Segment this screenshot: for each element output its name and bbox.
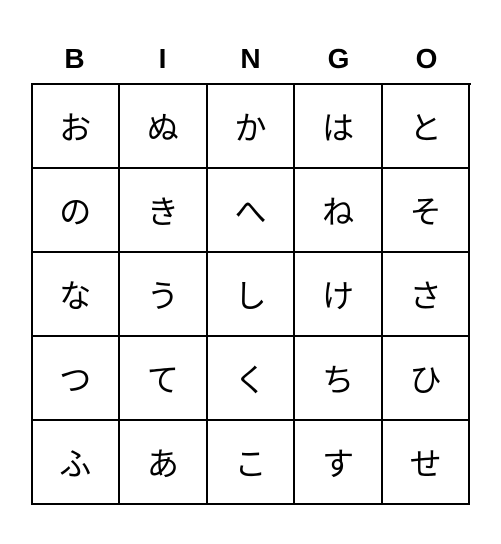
bingo-cell: す	[295, 421, 383, 505]
bingo-row: ふあこすせ	[33, 421, 471, 505]
bingo-cell: し	[208, 253, 296, 337]
header-letter: G	[295, 39, 383, 79]
header-letter: I	[119, 39, 207, 79]
bingo-cell: ね	[295, 169, 383, 253]
bingo-cell: へ	[208, 169, 296, 253]
bingo-header: BINGO	[31, 39, 471, 79]
bingo-cell: ふ	[33, 421, 121, 505]
bingo-cell: く	[208, 337, 296, 421]
bingo-cell: き	[120, 169, 208, 253]
bingo-row: おぬかはと	[33, 85, 471, 169]
bingo-cell: ひ	[383, 337, 471, 421]
bingo-cell: う	[120, 253, 208, 337]
bingo-card: BINGO おぬかはとのきへねそなうしけさつてくちひふあこすせ	[31, 39, 471, 505]
bingo-row: つてくちひ	[33, 337, 471, 421]
bingo-cell: て	[120, 337, 208, 421]
bingo-cell: つ	[33, 337, 121, 421]
header-letter: O	[383, 39, 471, 79]
bingo-cell: と	[383, 85, 471, 169]
bingo-cell: は	[295, 85, 383, 169]
bingo-cell: こ	[208, 421, 296, 505]
bingo-row: なうしけさ	[33, 253, 471, 337]
bingo-cell: ち	[295, 337, 383, 421]
bingo-cell: お	[33, 85, 121, 169]
bingo-cell: か	[208, 85, 296, 169]
bingo-cell: け	[295, 253, 383, 337]
bingo-cell: な	[33, 253, 121, 337]
bingo-cell: ぬ	[120, 85, 208, 169]
bingo-row: のきへねそ	[33, 169, 471, 253]
bingo-cell: の	[33, 169, 121, 253]
bingo-cell: そ	[383, 169, 471, 253]
bingo-cell: さ	[383, 253, 471, 337]
bingo-grid: おぬかはとのきへねそなうしけさつてくちひふあこすせ	[31, 83, 471, 505]
header-letter: B	[31, 39, 119, 79]
bingo-cell: せ	[383, 421, 471, 505]
bingo-cell: あ	[120, 421, 208, 505]
header-letter: N	[207, 39, 295, 79]
